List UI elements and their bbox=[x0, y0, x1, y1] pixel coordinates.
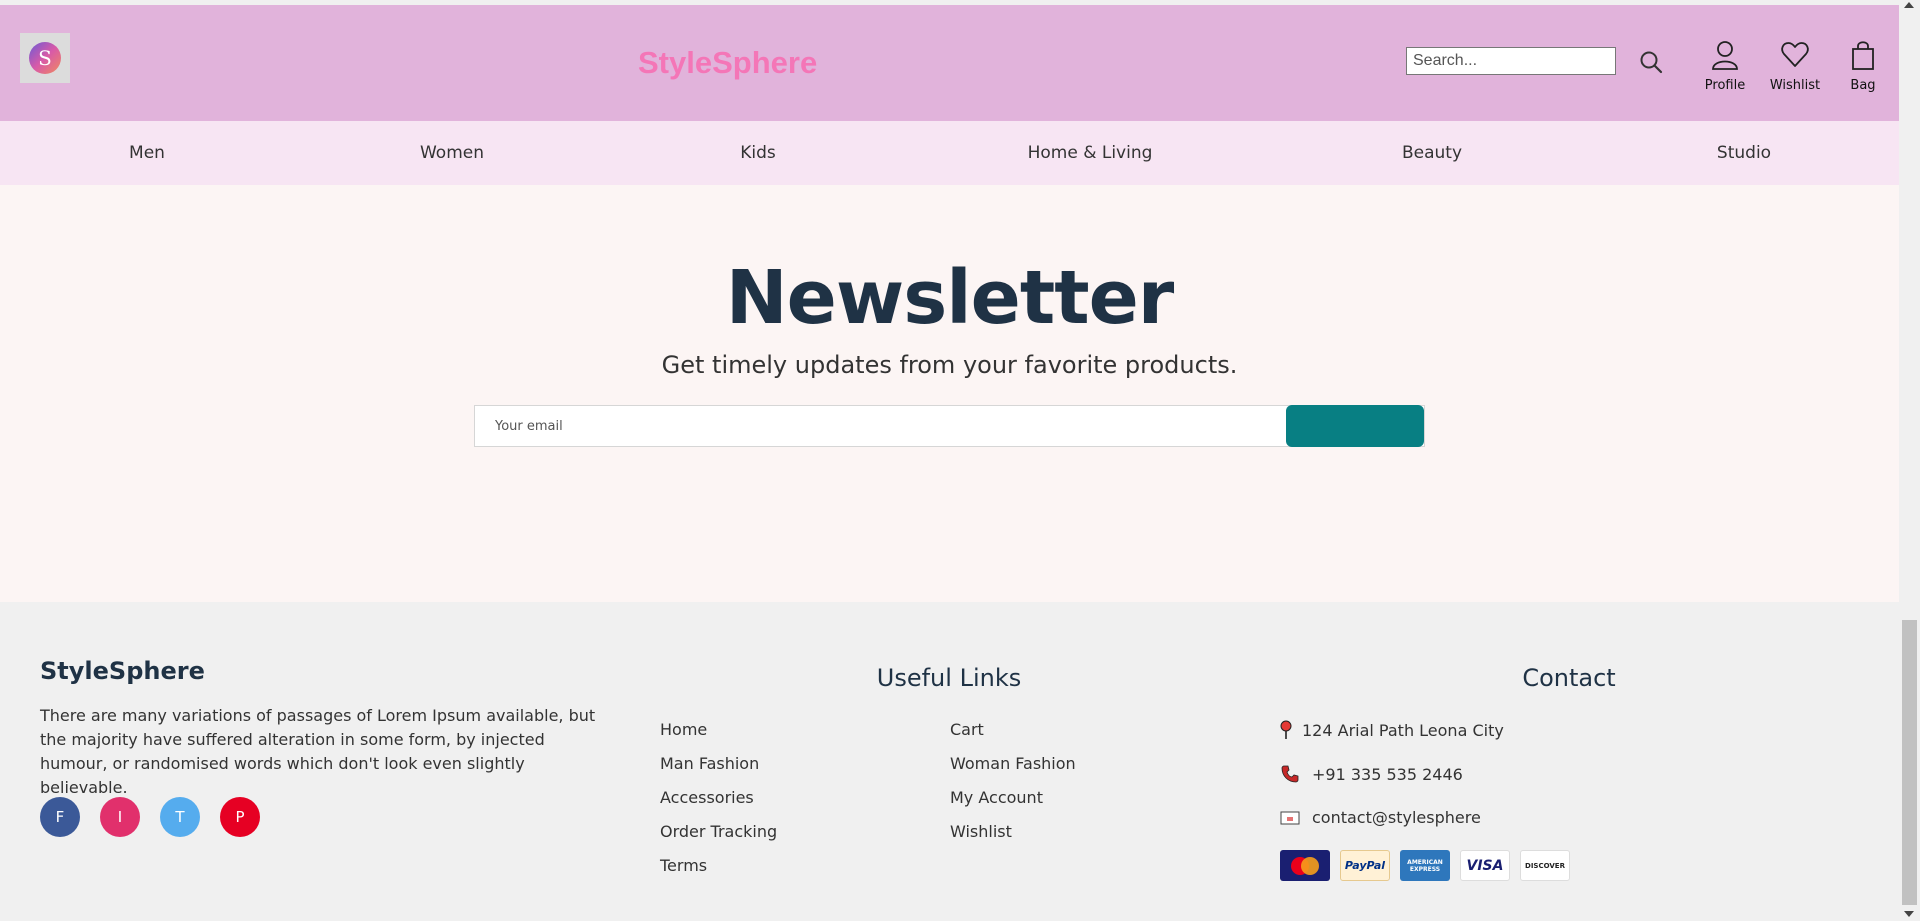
pinterest-icon: P bbox=[235, 808, 245, 826]
contact-email: contact@stylesphere bbox=[1280, 808, 1481, 827]
nav-item-home-living[interactable]: Home & Living bbox=[1028, 143, 1153, 163]
logo[interactable]: S bbox=[20, 33, 70, 83]
newsletter-email-input[interactable] bbox=[475, 406, 1285, 446]
pinterest-button[interactable]: P bbox=[220, 797, 260, 837]
visa-card: VISA bbox=[1460, 850, 1510, 881]
paypal-card: PayPal bbox=[1340, 850, 1390, 881]
footer: StyleSphere There are many variations of… bbox=[0, 602, 1899, 921]
footer-link-order-tracking[interactable]: Order Tracking bbox=[660, 822, 777, 841]
map-pin-icon bbox=[1280, 720, 1292, 739]
contact-address: 124 Arial Path Leona City bbox=[1280, 720, 1504, 740]
vertical-scrollbar[interactable] bbox=[1899, 0, 1920, 921]
footer-link-cart[interactable]: Cart bbox=[950, 720, 984, 739]
search-icon bbox=[1640, 51, 1663, 74]
discover-card: DISCOVER bbox=[1520, 850, 1570, 881]
profile-icon bbox=[1712, 41, 1738, 70]
search-input[interactable] bbox=[1406, 47, 1616, 75]
newsletter-form bbox=[474, 405, 1425, 447]
contact-email-text: contact@stylesphere bbox=[1312, 808, 1481, 827]
twitter-button[interactable]: T bbox=[160, 797, 200, 837]
contact-phone-text: +91 335 535 2446 bbox=[1312, 764, 1463, 784]
footer-link-man-fashion[interactable]: Man Fashion bbox=[660, 754, 759, 773]
newsletter-subtitle: Get timely updates from your favorite pr… bbox=[661, 351, 1238, 379]
twitter-icon: T bbox=[175, 808, 185, 826]
footer-link-home[interactable]: Home bbox=[660, 720, 707, 739]
logo-mark: S bbox=[29, 42, 61, 74]
useful-links-heading: Useful Links bbox=[876, 664, 1022, 692]
wishlist-icon bbox=[1781, 42, 1809, 67]
facebook-icon: F bbox=[55, 808, 65, 826]
footer-link-my-account[interactable]: My Account bbox=[950, 788, 1043, 807]
nav-item-beauty[interactable]: Beauty bbox=[1402, 143, 1462, 163]
profile-label: Profile bbox=[1704, 78, 1746, 93]
mastercard-icon bbox=[1291, 856, 1319, 875]
newsletter-title: Newsletter bbox=[725, 255, 1175, 341]
phone-icon bbox=[1281, 765, 1299, 783]
nav-item-women[interactable]: Women bbox=[420, 143, 484, 163]
scroll-up-arrow-icon[interactable] bbox=[1904, 2, 1914, 8]
bag-label: Bag bbox=[1850, 78, 1876, 93]
newsletter-subscribe-button[interactable] bbox=[1286, 405, 1424, 447]
instagram-icon: I bbox=[117, 808, 123, 826]
mastercard-card bbox=[1280, 850, 1330, 881]
bag-button[interactable]: Bag bbox=[1828, 39, 1898, 93]
contact-address-text: 124 Arial Path Leona City bbox=[1302, 720, 1504, 740]
header: S StyleSphere Profile Wishlist bbox=[0, 5, 1899, 121]
category-nav: Men Women Kids Home & Living Beauty Stud… bbox=[0, 121, 1899, 185]
footer-description: There are many variations of passages of… bbox=[40, 706, 596, 797]
contact-phone: +91 335 535 2446 bbox=[1280, 764, 1463, 784]
instagram-button[interactable]: I bbox=[100, 797, 140, 837]
contact-heading: Contact bbox=[1522, 664, 1616, 692]
bag-icon bbox=[1852, 41, 1874, 70]
amex-card: AMERICAN EXPRESS bbox=[1400, 850, 1450, 881]
wishlist-label: Wishlist bbox=[1769, 78, 1821, 93]
scrollbar-thumb[interactable] bbox=[1902, 620, 1917, 905]
footer-brand: StyleSphere bbox=[40, 657, 205, 685]
page: S StyleSphere Profile Wishlist bbox=[0, 0, 1899, 921]
footer-link-wishlist[interactable]: Wishlist bbox=[950, 822, 1012, 841]
footer-link-terms[interactable]: Terms bbox=[660, 856, 707, 875]
nav-item-men[interactable]: Men bbox=[129, 143, 165, 163]
envelope-icon bbox=[1280, 811, 1300, 824]
footer-link-accessories[interactable]: Accessories bbox=[660, 788, 754, 807]
profile-button[interactable]: Profile bbox=[1690, 39, 1760, 93]
brand-title: StyleSphere bbox=[638, 45, 818, 80]
footer-link-woman-fashion[interactable]: Woman Fashion bbox=[950, 754, 1076, 773]
scroll-down-arrow-icon[interactable] bbox=[1904, 911, 1914, 917]
facebook-button[interactable]: F bbox=[40, 797, 80, 837]
nav-item-kids[interactable]: Kids bbox=[740, 143, 776, 163]
search-button[interactable] bbox=[1638, 49, 1666, 77]
wishlist-button[interactable]: Wishlist bbox=[1760, 39, 1830, 93]
newsletter-section: Newsletter Get timely updates from your … bbox=[0, 185, 1899, 602]
nav-item-studio[interactable]: Studio bbox=[1717, 143, 1771, 163]
